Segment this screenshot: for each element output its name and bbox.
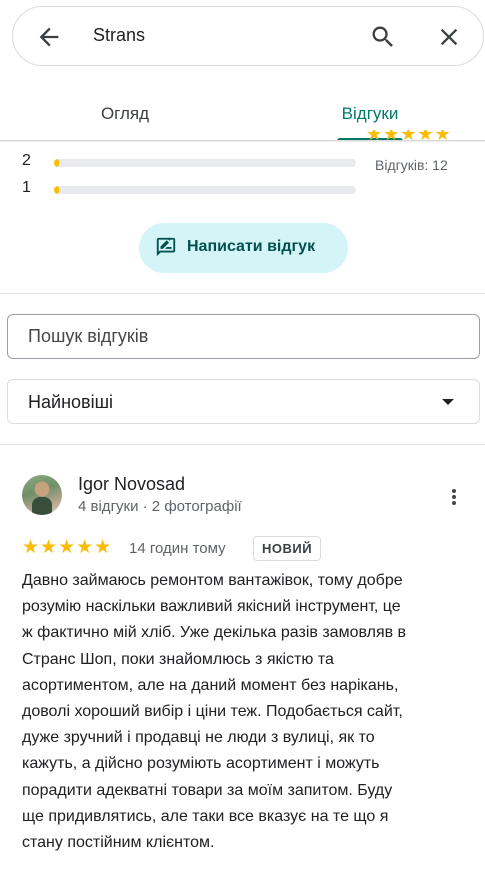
histogram-bar [54,186,356,194]
section-divider [0,293,485,294]
histogram-row-1: 1 [22,179,356,199]
summary-stars: ★★★★★ [366,130,452,144]
search-bar[interactable]: Strans [12,6,484,66]
more-options-icon[interactable] [442,485,466,509]
histogram-star-label: 2 [22,152,31,169]
histogram-fill [54,186,59,194]
back-arrow-icon[interactable] [35,23,63,51]
search-icon[interactable] [369,23,397,51]
sort-selected-label: Найновіші [28,392,114,412]
tab-overview[interactable]: Огляд [5,86,245,141]
write-review-button[interactable]: Написати відгук [139,223,348,273]
write-review-label: Написати відгук [187,238,316,255]
avatar[interactable] [22,475,62,515]
review-text: Давно займаюсь ремонтом вантажівок, тому… [22,572,407,852]
search-query[interactable]: Strans [93,25,145,46]
reviewer-meta: 4 відгуки · 2 фотографії [78,498,242,515]
reviewer-name[interactable]: Igor Novosad [78,474,185,495]
review-time: 14 годин тому [129,540,226,557]
rate-review-icon [155,236,177,258]
dropdown-caret-icon [442,399,454,405]
review-rating-stars: ★★★★★ [22,537,113,558]
histogram-row-2: 2 [22,152,356,172]
histogram-star-label: 1 [22,179,31,196]
close-icon[interactable] [435,23,463,51]
sort-select[interactable]: Найновіші [7,379,480,424]
new-badge: НОВИЙ [253,536,322,561]
review-count: Відгуків: 12 [375,157,448,173]
section-divider [0,444,485,445]
histogram-bar [54,159,356,167]
review-search-input[interactable] [8,315,479,358]
histogram-fill [54,159,59,167]
review-search-field[interactable] [7,314,480,359]
